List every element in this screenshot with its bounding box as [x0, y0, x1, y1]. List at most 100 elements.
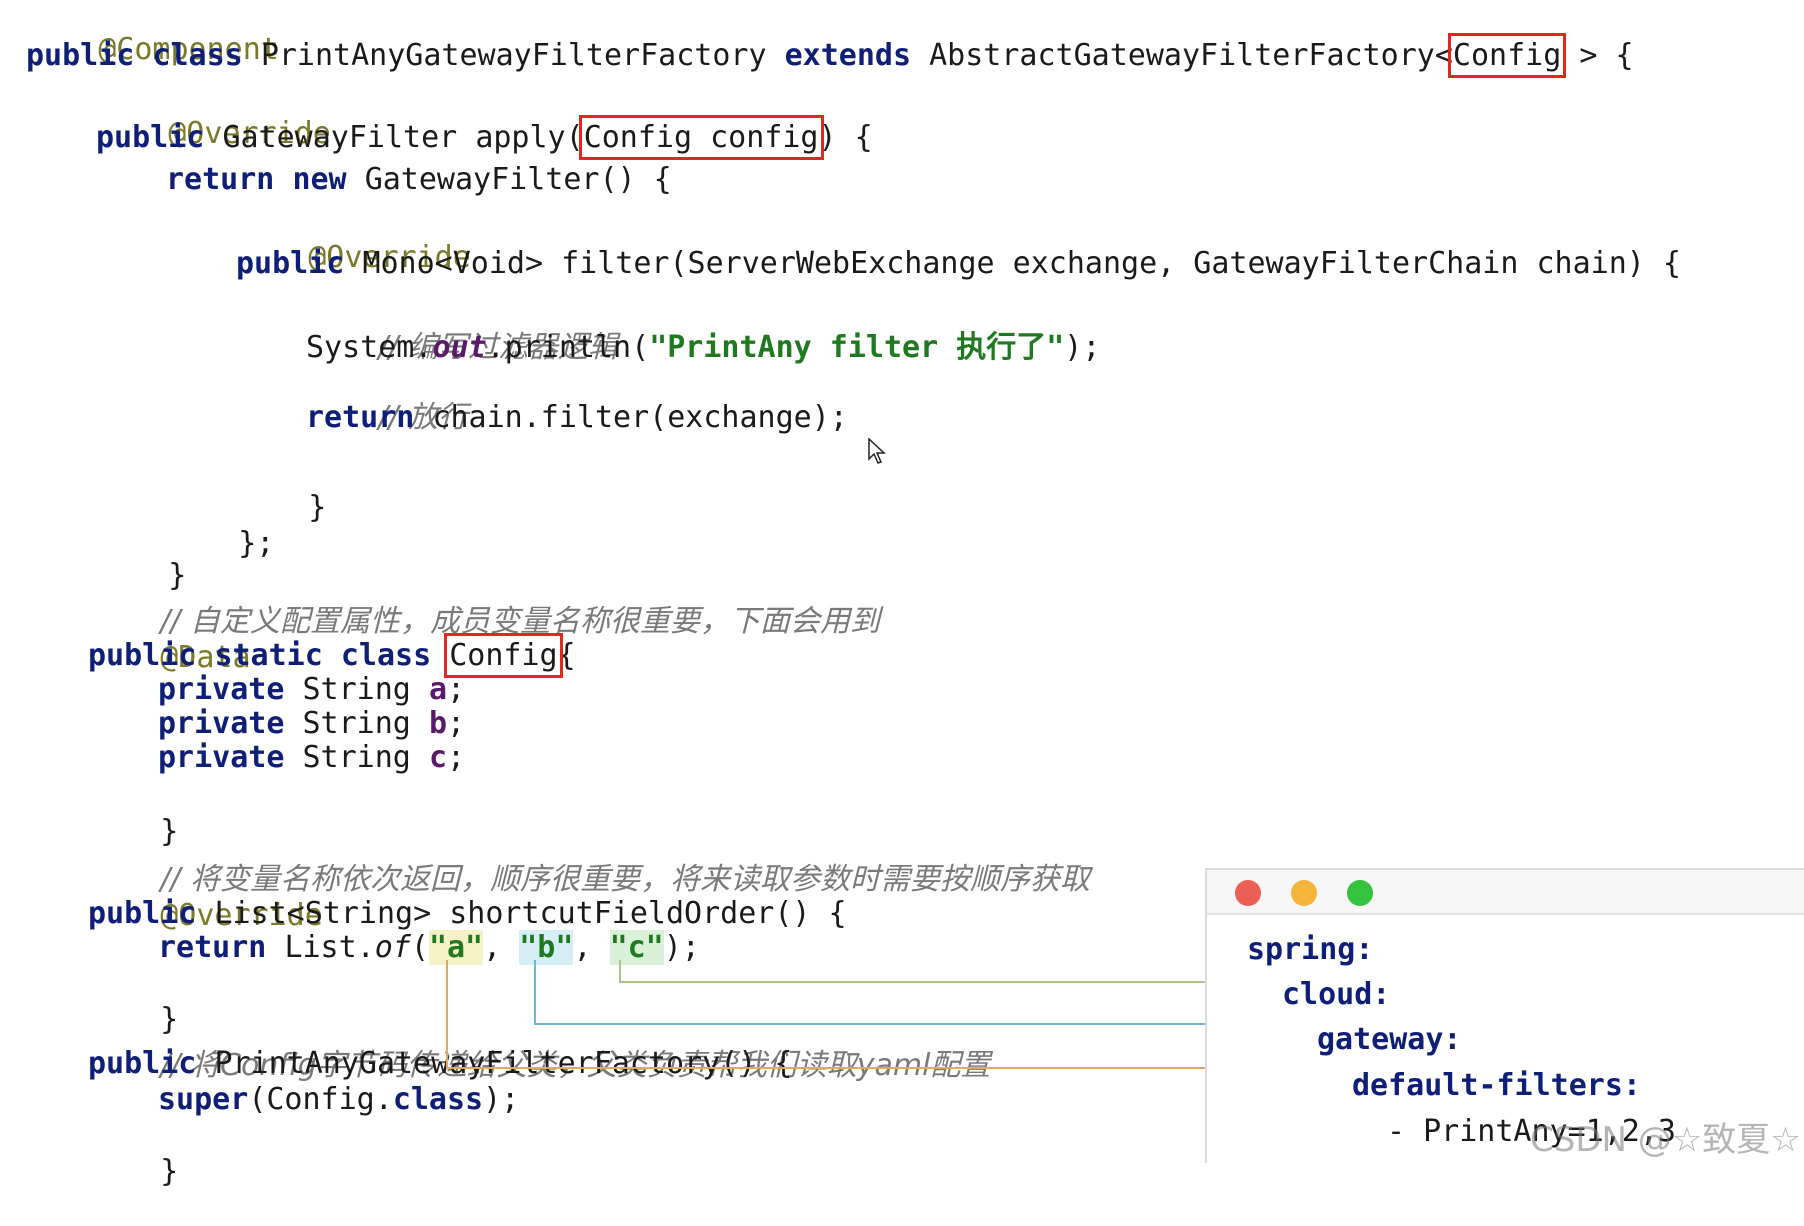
shortcut-field-order-method: shortcutFieldOrder() {	[449, 896, 847, 931]
mouse-cursor-icon	[868, 438, 886, 464]
code-line-17: public static class Config{	[88, 633, 576, 678]
minimize-window-button[interactable]	[1291, 880, 1317, 906]
kw-private: private	[158, 740, 285, 775]
code-line-5: return new GatewayFilter() {	[166, 162, 672, 198]
string-b: "b"	[519, 930, 574, 965]
window-titlebar	[1207, 870, 1804, 915]
new-gateway-filter: GatewayFilter() {	[364, 162, 672, 197]
list-prefix: List.	[284, 930, 375, 965]
code-line-15: // 自定义配置属性，成员变量名称很重要，下面会用到	[88, 568, 880, 639]
inner-class-name-highlight: Config	[444, 633, 563, 678]
kw-public: public	[88, 638, 197, 673]
comment-config-props: // 自定义配置属性，成员变量名称很重要，下面会用到	[160, 604, 881, 639]
return-type: GatewayFilter	[222, 120, 458, 155]
kw-return: return	[306, 400, 415, 435]
kw-new: new	[292, 162, 347, 197]
apply-close: ) {	[818, 120, 873, 155]
code-line-18: private String a;	[158, 672, 465, 708]
code-line-1: @Component	[26, 0, 279, 67]
yaml-cloud: cloud:	[1282, 977, 1391, 1012]
code-line-3: @Override	[96, 80, 331, 151]
code-line-21: }	[88, 778, 178, 849]
kw-public: public	[236, 246, 345, 281]
semicolon: ;	[447, 672, 466, 707]
string-type: String	[302, 706, 411, 741]
code-line-26: }	[88, 966, 178, 1037]
field-b: b	[428, 706, 447, 741]
code-line-4: public GatewayFilter apply(Config config…	[96, 115, 873, 160]
code-line-14: }	[96, 522, 186, 593]
code-line-20: private String c;	[158, 740, 465, 776]
code-line-16: @Data	[88, 604, 250, 675]
super-arg-open: (Config.	[248, 1082, 393, 1117]
kw-super: super	[158, 1082, 249, 1117]
kw-private: private	[158, 706, 285, 741]
yaml-spring: spring:	[1247, 932, 1374, 967]
kw-static: static	[214, 638, 323, 673]
filter-signature: filter(ServerWebExchange exchange, Gatew…	[561, 246, 1681, 281]
string-a: "a"	[428, 930, 484, 965]
code-line-10: // 放行	[306, 364, 468, 435]
code-line-28: public PrintAnyGatewayFilterFactory() {	[88, 1046, 792, 1082]
apply-method: apply(	[475, 120, 584, 155]
code-line-30: }	[88, 1118, 178, 1189]
system-prefix: System.	[306, 330, 433, 365]
code-line-13: };	[166, 490, 274, 561]
system-out: out	[432, 330, 487, 365]
code-line-7: public Mono<Void> filter(ServerWebExchan…	[236, 246, 1681, 282]
apply-param-highlight: Config config	[578, 115, 824, 160]
kw-public: public	[88, 1046, 197, 1081]
string-c: "c"	[609, 930, 664, 965]
kw-public: public	[88, 896, 197, 931]
semicolon: ;	[447, 740, 466, 775]
code-line-2: public class PrintAnyGatewayFilterFactor…	[26, 33, 1634, 78]
close-brace: }	[160, 1154, 179, 1189]
code-line-25: return List.of("a", "b", "c");	[158, 930, 700, 966]
code-line-23: @Override	[88, 862, 323, 933]
kw-private: private	[158, 672, 285, 707]
chain-filter: chain.filter(exchange);	[432, 400, 848, 435]
kw-extends: extends	[784, 38, 912, 73]
class-name: PrintAnyGatewayFilterFactory	[260, 38, 767, 73]
field-a: a	[428, 672, 447, 707]
kw-class: class	[152, 38, 243, 73]
code-line-11: return chain.filter(exchange);	[306, 400, 848, 436]
paren-open: (	[410, 930, 429, 965]
println-end: );	[1064, 330, 1101, 365]
code-line-29: super(Config.class);	[158, 1082, 519, 1118]
close-window-button[interactable]	[1235, 880, 1261, 906]
mono-void: Mono<Void>	[362, 246, 544, 281]
code-line-9: System.out.println("PrintAny filter 执行了"…	[306, 330, 1100, 366]
code-line-27: // 将Config字节码传递给父类，父类负责帮我们读取yaml配置	[88, 1012, 990, 1083]
close-brace-semicolon: };	[238, 526, 275, 561]
println-call: .println(	[486, 330, 650, 365]
generic-config-highlight: Config	[1447, 33, 1567, 78]
maximize-window-button[interactable]	[1347, 880, 1373, 906]
code-line-19: private String b;	[158, 706, 465, 742]
println-string: "PrintAny filter 执行了"	[649, 330, 1065, 365]
watermark: CSDN @☆致夏☆	[1530, 1120, 1801, 1160]
kw-public: public	[96, 120, 205, 155]
open-brace: {	[557, 638, 576, 673]
constructor: PrintAnyGatewayFilterFactory() {	[214, 1046, 793, 1081]
comma: ,	[483, 930, 520, 965]
string-type: String	[302, 672, 411, 707]
code-line-6: @Override	[236, 204, 471, 275]
kw-return: return	[166, 162, 275, 197]
generic-close: > {	[1561, 38, 1634, 73]
super-arg-close: );	[483, 1082, 520, 1117]
code-line-8: // 编写过滤器逻辑	[306, 294, 618, 365]
kw-public: public	[26, 38, 135, 73]
kw-class: class	[340, 638, 432, 673]
paren-close-semicolon: );	[663, 930, 700, 965]
field-c: c	[428, 740, 447, 775]
parent-class: AbstractGatewayFilterFactory<	[929, 38, 1453, 73]
semicolon: ;	[447, 706, 466, 741]
kw-return: return	[158, 930, 267, 965]
string-type: String	[302, 740, 411, 775]
code-line-22: // 将变量名称依次返回，顺序很重要，将来读取参数时需要按顺序获取	[88, 826, 1090, 897]
close-brace: }	[308, 490, 327, 525]
yaml-default-filters: default-filters:	[1352, 1068, 1641, 1103]
code-line-12: }	[236, 454, 326, 525]
yaml-gateway: gateway:	[1317, 1022, 1462, 1057]
